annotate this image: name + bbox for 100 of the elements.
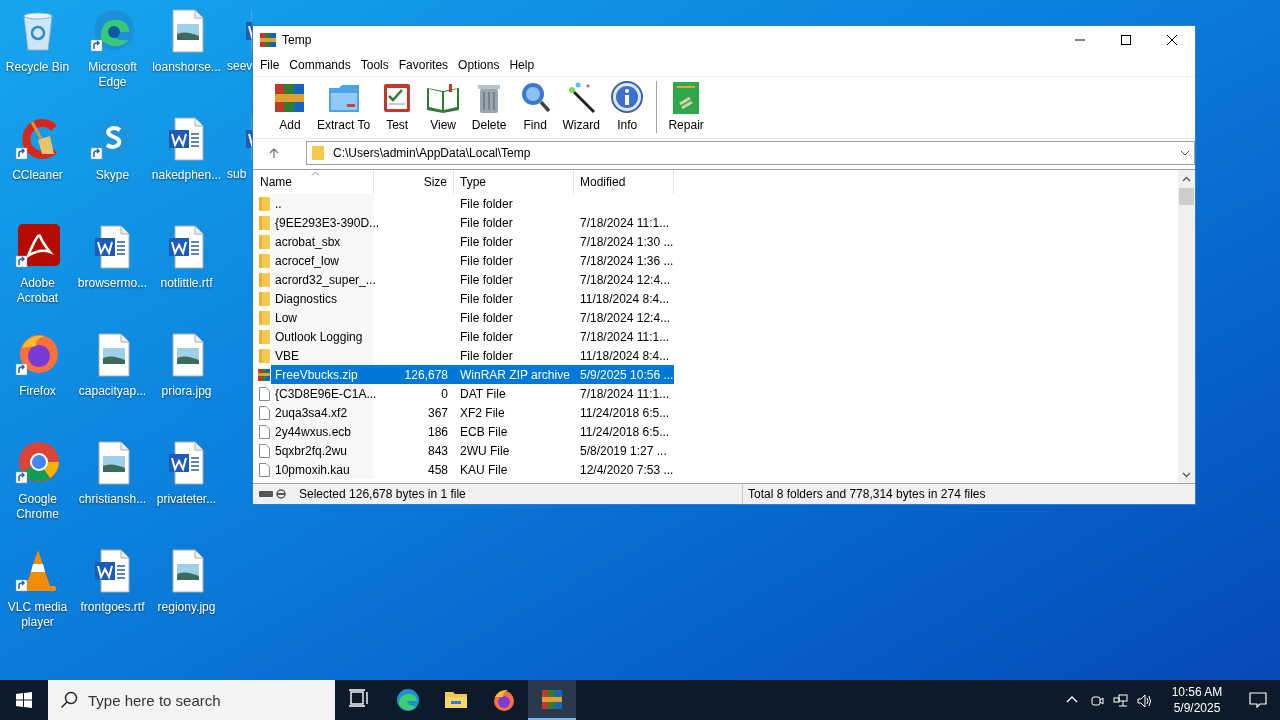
file-row[interactable]: 2uqa3sa4.xf2 367 XF2 File 11/24/2018 6:5... <box>271 403 674 422</box>
folder-icon <box>258 290 271 307</box>
desktop-icon-label[interactable]: notlittle.rtf <box>158 276 215 291</box>
file-name: {C3D8E96E-C1A... <box>275 385 377 403</box>
dropdown-chevron-icon[interactable] <box>1180 149 1190 156</box>
file-row[interactable]: {9EE293E3-390D... File folder 7/18/2024 11:1... <box>271 213 674 232</box>
file-row[interactable]: 2y44wxus.ecb 186 ECB File 11/24/2018 6:5... <box>271 422 674 441</box>
toolbar-button[interactable]: Add <box>267 80 313 132</box>
file-type: XF2 File <box>460 404 505 422</box>
scrollbar-thumb[interactable] <box>1179 188 1194 205</box>
menu-item[interactable]: File <box>255 56 285 74</box>
column-header[interactable]: Size <box>374 170 454 194</box>
file-modified: 11/24/2018 6:5... <box>580 404 670 422</box>
file-size: 843 <box>427 442 448 460</box>
file-row[interactable]: .. File folder <box>271 194 674 213</box>
file-row[interactable]: Diagnostics File folder 11/18/2024 8:4... <box>271 289 674 308</box>
menu-item[interactable]: Commands <box>284 56 356 74</box>
file-row[interactable]: {C3D8E96E-C1A... 0 DAT File 7/18/2024 11:1... <box>271 384 674 403</box>
file-size: 126,678 <box>404 366 448 384</box>
winrar-logo-icon <box>260 32 276 48</box>
file-row[interactable]: Low File folder 7/18/2024 12:4... <box>271 308 674 327</box>
scroll-up-icon[interactable] <box>1182 176 1191 182</box>
file-row[interactable]: FreeVbucks.zip 126,678 WinRAR ZIP archive 5/9/2025 10:56 ... <box>271 365 674 384</box>
search-field[interactable]: Type here to search <box>48 680 335 720</box>
desktop-icon-label[interactable]: VLC media player <box>0 600 75 630</box>
file-name: acrord32_super_... <box>275 271 376 289</box>
file-type: File folder <box>460 195 513 213</box>
address-field[interactable]: C:\Users\admin\AppData\Local\Temp <box>306 140 1195 165</box>
volume-icon[interactable] <box>1136 692 1152 708</box>
menu-item[interactable]: Help <box>504 56 540 74</box>
search-icon <box>60 691 78 709</box>
file-modified: 7/18/2024 11:1... <box>580 385 670 403</box>
file-type: File folder <box>460 233 513 251</box>
file-modified: 7/18/2024 11:1... <box>580 328 670 346</box>
menu-item[interactable]: Tools <box>355 56 394 74</box>
toolbar-button[interactable]: Extract To <box>313 80 375 132</box>
file-name: Outlook Logging <box>275 328 363 346</box>
column-header[interactable]: Modified <box>574 170 674 194</box>
desktop-icon-label[interactable]: Firefox <box>17 384 58 399</box>
toolbar-button[interactable]: Info <box>604 80 651 132</box>
file-modified: 5/8/2019 1:27 ... <box>580 442 667 460</box>
file-row[interactable]: acrobat_sbx File folder 7/18/2024 1:30 ... <box>271 232 674 251</box>
file-type: File folder <box>460 309 513 327</box>
maximize-icon[interactable] <box>1120 34 1132 46</box>
file-type: File folder <box>460 328 513 346</box>
file-name: Diagnostics <box>275 290 338 308</box>
acrobat-icon[interactable] <box>13 222 62 270</box>
desktop-icon-label[interactable]: privateter... <box>154 492 219 507</box>
menu-item[interactable]: Favorites <box>393 56 454 74</box>
file-row[interactable]: Outlook Logging File folder 7/18/2024 11:1... <box>271 327 674 346</box>
close-icon[interactable] <box>1166 34 1178 46</box>
folder-icon <box>258 347 271 364</box>
file-modified: 11/24/2018 6:5... <box>580 423 670 441</box>
folder-icon <box>258 252 271 269</box>
desktop-icon-label[interactable]: frontgoes.rtf <box>78 600 147 615</box>
edge-icon <box>396 688 420 712</box>
file-modified: 7/18/2024 12:4... <box>580 271 671 289</box>
file-row[interactable]: 10pmoxih.kau 458 KAU File 12/4/2020 7:53 ... <box>271 460 674 479</box>
file-modified: 11/18/2024 8:4... <box>580 347 670 365</box>
file-name: 2y44wxus.ecb <box>275 423 352 441</box>
scroll-down-icon[interactable] <box>1182 472 1191 478</box>
toolbar-button[interactable]: Repair <box>663 80 710 132</box>
folder-icon <box>311 144 325 161</box>
file-name: acrocef_low <box>275 252 340 270</box>
file-type: 2WU File <box>460 442 510 460</box>
file-size: 367 <box>427 404 448 422</box>
folder-icon <box>258 271 271 288</box>
network-icon[interactable] <box>1112 692 1128 708</box>
file-type: KAU File <box>460 461 508 479</box>
desktop-icon-label[interactable]: regiony.jpg <box>155 600 218 615</box>
file-name: VBE <box>275 347 299 365</box>
toolbar-button[interactable]: View <box>420 80 467 132</box>
windows-start-icon[interactable] <box>16 692 32 708</box>
desktop-icon-label[interactable]: Google Chrome <box>0 492 75 522</box>
desktop-icon-label[interactable]: christiansh... <box>76 492 149 507</box>
file-size: 186 <box>427 423 448 441</box>
column-header[interactable]: Type <box>454 170 574 194</box>
toolbar-button[interactable]: Find <box>512 80 559 132</box>
drive-key-icon <box>258 489 288 499</box>
taskbar-button[interactable] <box>528 680 576 720</box>
info-icon <box>610 80 645 114</box>
file-row[interactable]: 5qxbr2fq.2wu 843 2WU File 5/8/2019 1:27 ... <box>271 441 674 460</box>
toolbar-button[interactable]: Wizard <box>558 80 605 132</box>
notification-icon[interactable] <box>1249 692 1267 708</box>
toolbar-button[interactable]: Delete <box>466 80 513 132</box>
scrollbar[interactable] <box>1178 170 1195 483</box>
file-row[interactable]: acrocef_low File folder 7/18/2024 1:36 ... <box>271 251 674 270</box>
file-row[interactable]: VBE File folder 11/18/2024 8:4... <box>271 346 674 365</box>
file-modified: 5/9/2025 10:56 ... <box>580 366 674 384</box>
file-modified: 7/18/2024 11:1... <box>580 214 670 232</box>
file-modified: 7/18/2024 12:4... <box>580 309 671 327</box>
toolbar-button[interactable]: Test <box>374 80 421 132</box>
folder-icon <box>258 309 271 326</box>
desktop-icon-label[interactable]: priora.jpg <box>159 384 214 399</box>
file-name: {9EE293E3-390D... <box>275 214 380 232</box>
menu-item[interactable]: Options <box>453 56 505 74</box>
up-arrow-icon[interactable] <box>268 146 280 159</box>
file-row[interactable]: acrord32_super_... File folder 7/18/2024 12:4... <box>271 270 674 289</box>
desktop-icon-label[interactable]: capacityap... <box>76 384 149 399</box>
clock[interactable]: 10:56 AM 5/9/2025 <box>1162 684 1232 716</box>
